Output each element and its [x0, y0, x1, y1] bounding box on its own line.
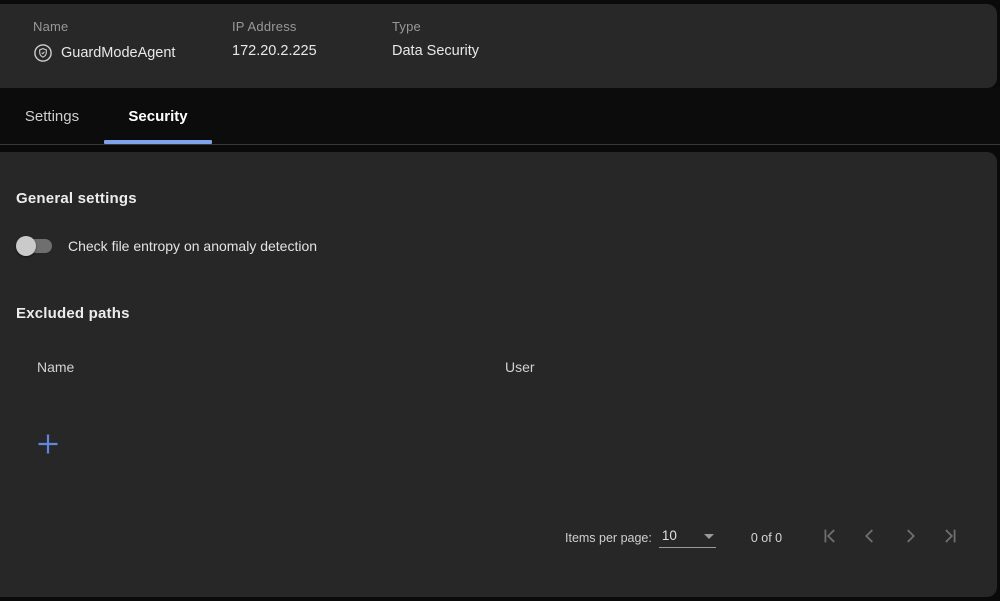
column-header-user: User: [505, 359, 535, 375]
ip-address-value: 172.20.2.225: [232, 43, 317, 59]
first-page-icon: [819, 525, 841, 547]
general-settings-heading: General settings: [16, 190, 137, 207]
detail-tabs: Settings Security: [0, 88, 1000, 145]
agent-name-value: GuardModeAgent: [61, 45, 175, 61]
entropy-toggle-row: Check file entropy on anomaly detection: [16, 234, 317, 258]
last-page-icon: [939, 525, 961, 547]
excluded-paths-heading: Excluded paths: [16, 305, 130, 322]
agent-ip-field: IP Address 172.20.2.225: [232, 19, 317, 59]
tab-settings[interactable]: Settings: [0, 88, 104, 144]
type-label: Type: [392, 19, 479, 34]
agent-name-field: Name GuardModeAgent: [33, 19, 175, 63]
agent-type-field: Type Data Security: [392, 19, 479, 59]
agent-summary-header: Name GuardModeAgent IP Address 172.20.2.…: [0, 4, 997, 88]
paginator: Items per page: 10 0 of 0: [565, 524, 782, 552]
name-label: Name: [33, 19, 175, 34]
tab-security-label: Security: [128, 108, 187, 125]
agent-shield-icon: [33, 43, 53, 63]
first-page-button[interactable]: [810, 516, 850, 556]
toggle-knob: [16, 236, 36, 256]
items-per-page-value: 10: [662, 528, 677, 543]
ip-address-label: IP Address: [232, 19, 317, 34]
caret-down-icon: [704, 534, 714, 539]
add-excluded-path-button[interactable]: [34, 430, 62, 458]
column-header-name: Name: [37, 359, 74, 375]
paginator-nav: [810, 516, 970, 556]
tab-settings-label: Settings: [25, 108, 79, 125]
items-per-page-select[interactable]: 10: [659, 528, 716, 548]
items-per-page-label: Items per page:: [565, 531, 652, 545]
type-value: Data Security: [392, 43, 479, 59]
plus-icon: [37, 433, 59, 455]
next-page-icon: [899, 525, 921, 547]
active-tab-indicator: [104, 140, 212, 144]
last-page-button[interactable]: [930, 516, 970, 556]
next-page-button[interactable]: [890, 516, 930, 556]
previous-page-button[interactable]: [850, 516, 890, 556]
security-tab-panel: General settings Check file entropy on a…: [0, 152, 997, 597]
entropy-toggle-label: Check file entropy on anomaly detection: [68, 238, 317, 254]
entropy-toggle[interactable]: [16, 236, 53, 256]
previous-page-icon: [859, 525, 881, 547]
tab-security[interactable]: Security: [104, 88, 212, 144]
page-range-label: 0 of 0: [751, 531, 782, 545]
